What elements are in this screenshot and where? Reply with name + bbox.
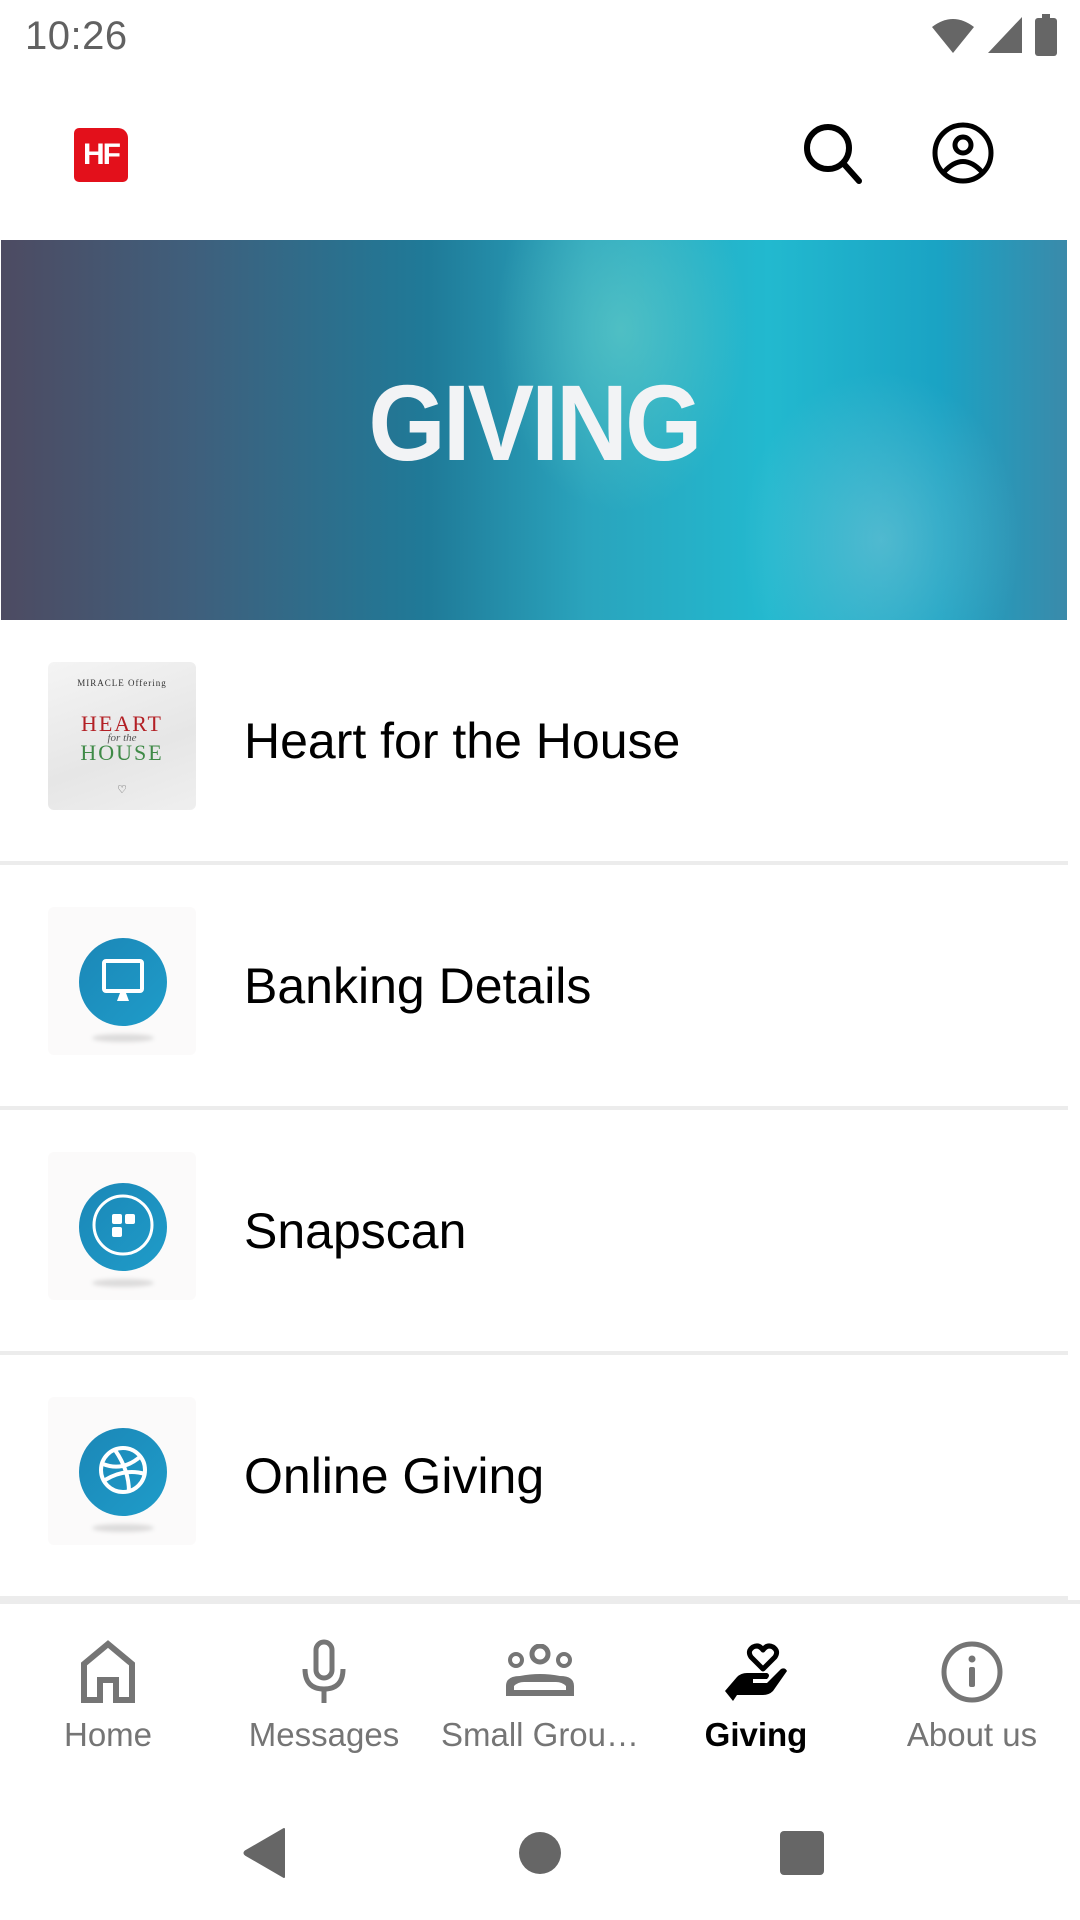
app-bar: HF: [0, 75, 1080, 240]
app-logo[interactable]: HF: [74, 128, 128, 182]
nav-item-small-groups[interactable]: Small Grou…: [432, 1604, 648, 1780]
list-item-heart-for-the-house[interactable]: MIRACLE Offering HEART for the HOUSE ♡ H…: [0, 620, 1068, 865]
snapscan-thumbnail: [48, 1152, 196, 1300]
microphone-icon: [299, 1632, 349, 1712]
bottom-nav: Home Messages Small Grou… Giving About u…: [0, 1600, 1080, 1780]
profile-button[interactable]: [928, 120, 998, 190]
poster-heart-icon: ♡: [117, 784, 127, 796]
nav-label: Messages: [248, 1716, 400, 1753]
poster-top-text: MIRACLE Offering: [77, 678, 167, 688]
list-item-label: Snapscan: [244, 1202, 467, 1259]
giving-list: MIRACLE Offering HEART for the HOUSE ♡ H…: [0, 620, 1068, 1600]
nav-label: Giving: [704, 1716, 808, 1753]
home-circle-icon: [518, 1831, 562, 1880]
list-item-label: Heart for the House: [244, 712, 681, 769]
home-icon: [80, 1632, 136, 1712]
hand-heart-icon: [723, 1632, 789, 1712]
heart-for-the-house-thumbnail: MIRACLE Offering HEART for the HOUSE ♡: [48, 662, 196, 810]
status-bar: 10:26: [0, 0, 1080, 75]
battery-icon: [1034, 14, 1058, 56]
account-circle-icon: [931, 121, 995, 190]
nav-item-giving[interactable]: Giving: [648, 1604, 864, 1780]
nav-item-home[interactable]: Home: [0, 1604, 216, 1780]
nav-label: Small Grou…: [440, 1716, 640, 1753]
banner-title: GIVING: [368, 362, 702, 483]
list-item-label: Online Giving: [244, 1447, 545, 1504]
snapscan-icon: [90, 1192, 156, 1263]
banking-details-thumbnail: [48, 907, 196, 1055]
nav-label: Home: [63, 1716, 153, 1753]
list-item-banking-details[interactable]: Banking Details: [0, 865, 1068, 1110]
nav-item-messages[interactable]: Messages: [216, 1604, 432, 1780]
system-nav-bar: [0, 1780, 1080, 1920]
search-icon: [801, 121, 865, 190]
recents-square-icon: [779, 1830, 825, 1881]
poster-heart-text: HEART: [80, 711, 163, 736]
online-giving-thumbnail: [48, 1397, 196, 1545]
list-item-label: Banking Details: [244, 957, 592, 1014]
status-time: 10:26: [25, 14, 128, 58]
system-recents-button[interactable]: [772, 1825, 832, 1885]
giving-banner: GIVING: [1, 240, 1067, 620]
search-button[interactable]: [798, 120, 868, 190]
back-triangle-icon: [242, 1827, 288, 1884]
wifi-icon: [930, 15, 976, 55]
status-icons: [930, 14, 1058, 56]
system-back-button[interactable]: [235, 1825, 295, 1885]
cell-signal-icon: [986, 15, 1024, 55]
dribbble-ball-icon: [95, 1442, 151, 1503]
nav-label: About us: [906, 1716, 1038, 1753]
poster-house-text: HOUSE: [80, 740, 164, 765]
groups-icon: [502, 1632, 578, 1712]
system-home-button[interactable]: [510, 1825, 570, 1885]
list-item-online-giving[interactable]: Online Giving: [0, 1355, 1068, 1600]
info-icon: [940, 1632, 1004, 1712]
nav-item-about-us[interactable]: About us: [864, 1604, 1080, 1780]
list-item-snapscan[interactable]: Snapscan: [0, 1110, 1068, 1355]
monitor-icon: [98, 955, 148, 1010]
